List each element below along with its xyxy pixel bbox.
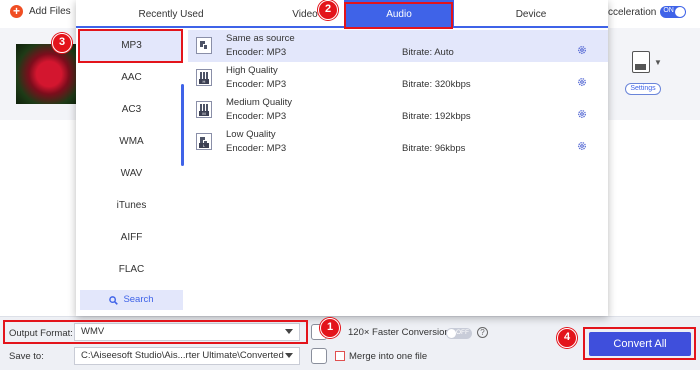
audio-preset-icon: M [196,101,212,118]
open-folder-icon[interactable] [311,348,327,364]
preset-list: Same as source Encoder: MP3 Bitrate: Aut… [188,28,608,316]
settings-button[interactable]: Settings [625,83,661,95]
tab-recently-used[interactable]: Recently Used [76,0,266,26]
acceleration-toggle[interactable]: ON [660,6,687,18]
preset-bitrate: Bitrate: Auto [402,47,454,58]
step-badge-4: 4 [557,328,577,348]
format-item-itunes[interactable]: iTunes [80,190,183,222]
search-label: Search [123,294,154,305]
audio-preset-icon: H [196,69,212,86]
preset-row[interactable]: L Low Quality Encoder: MP3 Bitrate: 96kb… [188,126,608,158]
preset-name: Same as source [226,33,295,44]
save-to-path: C:\Aiseesoft Studio\Ais...rter Ultimate\… [81,350,284,361]
format-item-flac[interactable]: FLAC [80,254,183,286]
preset-row[interactable]: H High Quality Encoder: MP3 Bitrate: 320… [188,62,608,94]
merge-label: Merge into one file [349,351,428,362]
preset-row[interactable]: Same as source Encoder: MP3 Bitrate: Aut… [188,30,608,62]
gear-icon[interactable] [577,45,587,55]
format-item-aac[interactable]: AAC [80,62,183,94]
search-button[interactable]: Search [80,290,183,310]
audio-preset-icon [196,37,212,54]
step-badge-3: 3 [52,33,72,53]
gear-icon[interactable] [577,141,587,151]
highlight-audio-tab [344,2,453,29]
caret-down-icon [285,353,293,358]
add-files-label: Add Files [29,6,71,17]
save-to-label: Save to: [9,351,44,362]
preset-row[interactable]: M Medium Quality Encoder: MP3 Bitrate: 1… [188,94,608,126]
format-item-wma[interactable]: WMA [80,126,183,158]
faster-conversion-toggle[interactable]: OFF [446,328,472,339]
gear-icon[interactable] [577,109,587,119]
toggle-off-text: OFF [456,329,469,336]
video-thumbnail[interactable] [16,44,76,104]
highlight-mp3-format [78,29,183,63]
format-list: MP3 AAC AC3 WMA WAV iTunes AIFF FLAC Sea… [76,28,187,316]
audio-preset-icon: L [196,133,212,150]
help-icon[interactable]: ? [477,327,488,338]
quality-tag: M [199,111,209,116]
step-badge-1: 1 [320,318,340,338]
chevron-down-icon[interactable]: ▼ [654,58,662,67]
hardware-acceleration: cceleration ON [608,6,687,18]
quality-tag: L [199,143,209,148]
scrollbar[interactable] [181,84,184,166]
format-item-wav[interactable]: WAV [80,158,183,190]
highlight-output-format [3,320,308,344]
format-item-aiff[interactable]: AIFF [80,222,183,254]
toggle-on-text: ON [663,7,674,14]
faster-conversion-label: 120× Faster Conversion [348,327,450,338]
acceleration-label: cceleration [608,6,657,18]
search-icon [109,295,119,305]
preset-encoder: Encoder: MP3 [226,111,287,122]
format-tabs: Recently Used Video Audio Device [76,0,608,28]
quality-tag: H [199,79,209,84]
save-to-select[interactable]: C:\Aiseesoft Studio\Ais...rter Ultimate\… [74,347,300,365]
output-format-icon[interactable] [632,51,650,73]
preset-encoder: Encoder: MP3 [226,47,287,58]
preset-bitrate: Bitrate: 96kbps [402,143,466,154]
preset-name: Medium Quality [226,97,292,108]
preset-encoder: Encoder: MP3 [226,143,287,154]
preset-name: Low Quality [226,129,276,140]
preset-bitrate: Bitrate: 320kbps [402,79,471,90]
plus-icon: + [10,5,23,18]
preset-bitrate: Bitrate: 192kbps [402,111,471,122]
preset-name: High Quality [226,65,278,76]
step-badge-2: 2 [318,0,338,20]
add-files-button[interactable]: + Add Files [10,5,71,18]
gear-icon[interactable] [577,77,587,87]
highlight-convert-all [583,327,696,360]
format-item-ac3[interactable]: AC3 [80,94,183,126]
preset-encoder: Encoder: MP3 [226,79,287,90]
merge-checkbox[interactable] [335,351,345,361]
tab-device[interactable]: Device [454,0,608,26]
